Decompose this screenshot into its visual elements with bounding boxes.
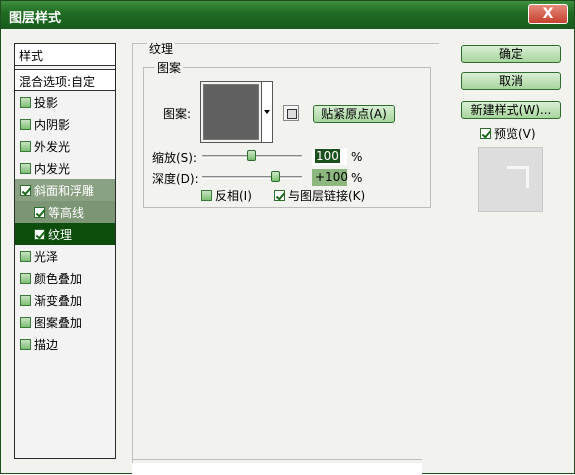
- cancel-label: 取消: [498, 74, 523, 88]
- bevel-emboss-checkbox[interactable]: [20, 185, 31, 196]
- style-item-gradient-overlay[interactable]: 渐变叠加: [15, 289, 115, 311]
- pattern-overlay-checkbox[interactable]: [20, 317, 31, 328]
- style-item-inner-shadow[interactable]: 内阴影: [15, 113, 115, 135]
- style-item-bevel-emboss[interactable]: 斜面和浮雕: [15, 179, 115, 201]
- style-item-pattern-overlay[interactable]: 图案叠加: [15, 311, 115, 333]
- color-overlay-checkbox[interactable]: [20, 273, 31, 284]
- style-item-label: 外发光: [34, 140, 71, 154]
- depth-value: +100: [315, 170, 348, 184]
- ok-label: 确定: [498, 47, 523, 61]
- contour-checkbox[interactable]: [34, 207, 45, 218]
- new-style-label: 新建样式(W)...: [470, 103, 552, 117]
- style-item-label: 渐变叠加: [34, 294, 83, 308]
- new-style-button[interactable]: 新建样式(W)...: [461, 101, 561, 119]
- new-pattern-preset-icon[interactable]: [283, 105, 299, 121]
- link-with-layer-option[interactable]: 与图层链接(K): [274, 187, 365, 204]
- snap-to-origin-button[interactable]: 贴紧原点(A): [313, 105, 395, 123]
- title-bar[interactable]: 图层样式: [1, 1, 574, 29]
- preview-checkbox[interactable]: [480, 128, 491, 139]
- dialog-title: 图层样式: [9, 11, 62, 26]
- cancel-button[interactable]: 取消: [461, 72, 561, 90]
- styles-header-label: 样式: [19, 49, 44, 63]
- link-with-layer-label: 与图层链接(K): [288, 189, 366, 203]
- depth-slider-track[interactable]: [202, 176, 302, 179]
- close-icon: X: [542, 6, 554, 22]
- link-with-layer-checkbox[interactable]: [274, 190, 285, 201]
- style-item-label: 投影: [34, 96, 59, 110]
- texture-group-title: 纹理: [147, 40, 176, 57]
- style-item-label: 颜色叠加: [34, 272, 83, 286]
- depth-label: 深度(D):: [152, 172, 199, 186]
- style-item-label: 纹理: [48, 228, 73, 242]
- ok-button[interactable]: 确定: [461, 45, 561, 63]
- style-preview-thumbnail: [478, 147, 543, 212]
- style-item-label: 内阴影: [34, 118, 71, 132]
- preview-label: 预览(V): [494, 127, 536, 141]
- style-item-drop-shadow[interactable]: 投影: [15, 91, 115, 113]
- pattern-dropdown-arrow-icon[interactable]: [262, 81, 273, 143]
- blending-options-label: 混合选项:自定: [19, 75, 96, 89]
- gradient-overlay-checkbox[interactable]: [20, 295, 31, 306]
- scale-slider-thumb[interactable]: [247, 150, 256, 161]
- scale-input[interactable]: 100: [312, 148, 347, 165]
- texture-checkbox[interactable]: [34, 229, 45, 240]
- stroke-checkbox[interactable]: [20, 339, 31, 350]
- blending-options-item[interactable]: 混合选项:自定: [15, 69, 115, 91]
- invert-label: 反相(I): [215, 189, 252, 203]
- style-item-label: 斜面和浮雕: [34, 184, 95, 198]
- style-item-label: 描边: [34, 338, 59, 352]
- style-item-inner-glow[interactable]: 内发光: [15, 157, 115, 179]
- pattern-swatch[interactable]: [200, 81, 262, 143]
- depth-unit: %: [351, 171, 363, 185]
- pattern-group-title: 图案: [155, 59, 184, 76]
- depth-slider-thumb[interactable]: [271, 171, 280, 182]
- styles-header[interactable]: 样式: [15, 44, 115, 66]
- pattern-label: 图案:: [163, 107, 192, 121]
- panel-footer: [132, 463, 422, 475]
- invert-checkbox[interactable]: [201, 190, 212, 201]
- style-item-label: 图案叠加: [34, 316, 83, 330]
- style-item-texture[interactable]: 纹理: [15, 223, 115, 245]
- satin-checkbox[interactable]: [20, 251, 31, 262]
- scale-unit: %: [351, 150, 363, 164]
- style-list: 样式 混合选项:自定 投影 内阴影 外发光 内发光 斜面和浮雕 等高线 纹理 光…: [14, 43, 116, 459]
- inner-glow-checkbox[interactable]: [20, 163, 31, 174]
- depth-input[interactable]: +100: [312, 169, 348, 186]
- style-item-satin[interactable]: 光泽: [15, 245, 115, 267]
- layer-style-dialog: 图层样式 X 样式 混合选项:自定 投影 内阴影 外发光 内发光 斜面和浮雕 等…: [0, 0, 575, 475]
- style-item-contour[interactable]: 等高线: [15, 201, 115, 223]
- scale-value: 100: [315, 149, 340, 163]
- style-item-label: 等高线: [48, 206, 85, 220]
- style-item-outer-glow[interactable]: 外发光: [15, 135, 115, 157]
- scale-label: 缩放(S):: [152, 151, 198, 165]
- inner-shadow-checkbox[interactable]: [20, 119, 31, 130]
- drop-shadow-checkbox[interactable]: [20, 97, 31, 108]
- panel-divider: [132, 459, 422, 460]
- snap-to-origin-label: 贴紧原点(A): [321, 107, 387, 121]
- outer-glow-checkbox[interactable]: [20, 141, 31, 152]
- style-item-stroke[interactable]: 描边: [15, 333, 115, 355]
- preview-shape: [507, 166, 529, 188]
- style-item-label: 内发光: [34, 162, 71, 176]
- preview-option[interactable]: 预览(V): [480, 125, 536, 142]
- style-item-label: 光泽: [34, 250, 59, 264]
- close-button[interactable]: X: [528, 4, 568, 24]
- invert-option[interactable]: 反相(I): [201, 187, 252, 204]
- style-item-color-overlay[interactable]: 颜色叠加: [15, 267, 115, 289]
